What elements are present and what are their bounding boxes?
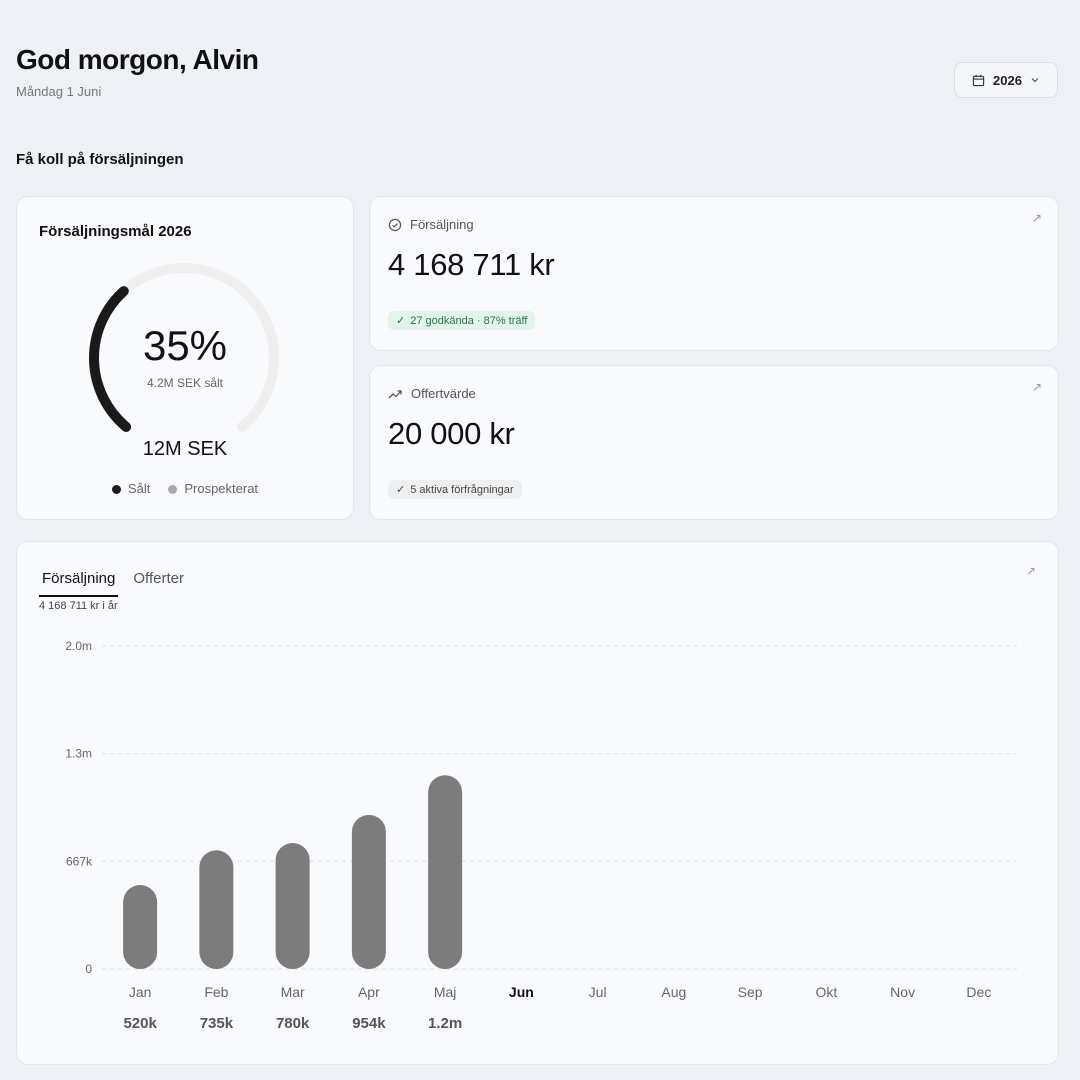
x-tick-label: Jan: [129, 984, 152, 1000]
x-tick-label: Apr: [358, 984, 380, 1000]
x-tick-label: Feb: [204, 984, 228, 1000]
x-tick-label: Mar: [281, 984, 305, 1000]
bar: [351, 814, 386, 969]
data-label: 954k: [352, 1015, 386, 1032]
bar: [199, 850, 234, 969]
sales-bar-chart: 0 667k 1.3m 2.0m Jan 520k Feb 735k Mar 780k Apr 954…: [65, 639, 1017, 1032]
y-tick-label: 667k: [66, 854, 93, 868]
x-tick-label: Nov: [890, 984, 915, 1000]
y-tick-label: 1.3m: [65, 747, 92, 761]
bar: [428, 775, 463, 969]
x-tick-label: Okt: [815, 984, 837, 1000]
y-tick-label: 0: [85, 962, 92, 976]
x-tick-label: Sep: [738, 984, 763, 1000]
x-tick-label: Dec: [966, 984, 991, 1000]
data-label: 520k: [123, 1015, 157, 1032]
x-tick-label: Jul: [589, 984, 607, 1000]
data-label: 1.2m: [428, 1015, 462, 1032]
data-label: 780k: [276, 1015, 310, 1032]
x-tick-label: Maj: [434, 984, 457, 1000]
x-tick-label: Aug: [661, 984, 686, 1000]
x-tick-label: Jun: [509, 984, 534, 1000]
bar: [123, 885, 158, 969]
data-label: 735k: [200, 1015, 234, 1032]
y-tick-label: 2.0m: [65, 639, 92, 653]
bar: [275, 843, 310, 969]
